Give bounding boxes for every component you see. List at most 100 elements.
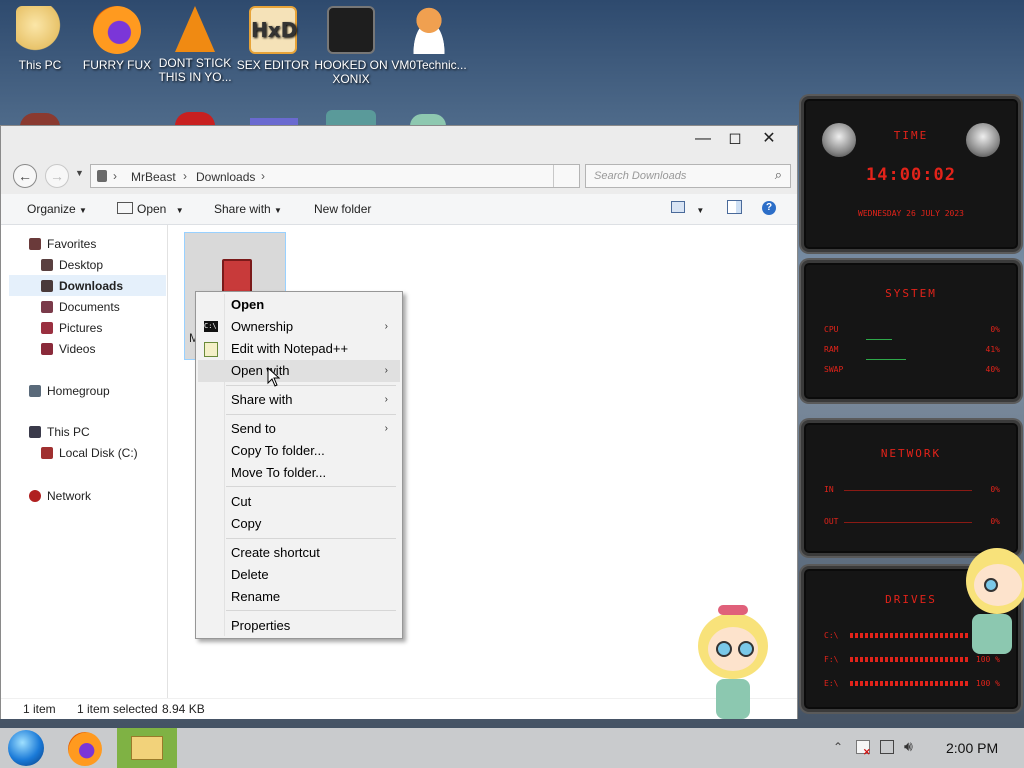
menu-item-open[interactable]: Open [198,294,400,316]
menu-item-ownership[interactable]: C:\ Ownership › [198,316,400,338]
ram-value: 41% [985,345,1000,354]
firefox-taskbar-icon[interactable] [68,732,102,766]
file-explorer-taskbar-button[interactable] [117,728,177,768]
menu-item-share-with[interactable]: Share with › [198,389,400,411]
net-out-label: OUT [824,517,839,526]
doctor-avatar-icon [405,6,453,54]
nav-label: Favorites [47,237,97,251]
menu-item-cut[interactable]: Cut [198,491,400,513]
desktop-icon-furry-fux[interactable]: FURRY FUX [79,6,155,72]
desktop-icon-hooked-on-xonix[interactable]: HOOKED ON XONIX [313,6,389,86]
search-icon[interactable]: ⌕ [775,167,782,183]
nav-videos[interactable]: Videos [41,339,95,359]
new-folder-button[interactable]: New folder [314,202,371,216]
nav-desktop[interactable]: Desktop [41,255,103,275]
desktop-icon-partial[interactable] [326,110,376,126]
maximize-button[interactable]: ◻ [719,128,751,152]
swap-label: SWAP [824,365,844,374]
menu-item-send-to[interactable]: Send to › [198,418,400,440]
show-hidden-icons-icon[interactable]: ⌃ [833,740,843,754]
menu-item-label: Delete [231,567,269,582]
drive-c-bar [850,633,970,638]
action-center-flag-icon[interactable]: ✕ [856,740,871,757]
desktop-icon-label: HOOKED ON XONIX [314,58,388,86]
nav-label: Videos [59,342,96,356]
volume-icon[interactable]: 🔊︎ [904,738,913,755]
desktop-icon-label: DONT STICK THIS IN YO... [158,56,232,84]
start-button[interactable] [8,730,44,766]
desktop-icon-this-pc[interactable]: This PC [2,6,78,72]
nav-local-disk[interactable]: Local Disk (C:) [41,443,138,463]
nav-homegroup[interactable]: Homegroup [29,381,110,401]
breadcrumb-mrbeast[interactable]: MrBeast [131,170,176,184]
desktop-icon-sex-editor[interactable]: HxD SEX EDITOR [235,6,311,72]
change-view-button[interactable]: ▼ [671,201,704,216]
close-button[interactable]: ✕ [753,128,785,152]
title-bar[interactable]: — ◻ ✕ [1,126,797,158]
nav-label: This PC [47,425,90,439]
help-button[interactable]: ? [762,199,776,215]
desktop-icon-label: This PC [18,58,62,72]
menu-item-label: Properties [231,618,291,633]
minimize-button[interactable]: — [687,128,719,152]
menu-item-copy-to-folder[interactable]: Copy To folder... [198,440,400,462]
forward-arrow-icon: → [50,168,64,184]
nav-network[interactable]: Network [29,486,91,506]
address-bar[interactable]: › MrBeast › Downloads › [90,164,580,188]
menu-item-delete[interactable]: Delete [198,564,400,586]
date-display: WEDNESDAY 26 JULY 2023 [858,209,964,218]
share-with-button[interactable]: Share with ▼ [214,202,282,216]
taskbar-clock[interactable]: 2:00 PM [946,740,998,756]
menu-item-open-with[interactable]: Open with › [198,360,400,382]
documents-icon [41,301,53,313]
menu-item-rename[interactable]: Rename [198,586,400,608]
folder-icon [97,170,107,182]
submenu-arrow-icon: › [384,321,388,332]
navigation-pane: Favorites Desktop Downloads Documents Pi… [1,225,168,698]
desktop-icon-partial[interactable] [175,112,215,126]
nav-pictures[interactable]: Pictures [41,318,102,338]
desktop-icon-vm0technic[interactable]: VM0Technic... [391,6,467,72]
ram-meter [866,339,892,340]
desktop-icon-dont-stick[interactable]: DONT STICK THIS IN YO... [157,6,233,84]
recent-locations-button[interactable]: ▼ [75,168,84,178]
breadcrumb-downloads[interactable]: Downloads [196,170,255,184]
network-icon[interactable] [880,740,894,754]
submenu-arrow-icon: › [384,394,388,405]
item-count: 1 item [23,702,56,716]
menu-item-move-to-folder[interactable]: Move To folder... [198,462,400,484]
selection-count: 1 item selected [77,702,158,716]
nav-label: Pictures [59,321,103,335]
menu-separator [226,610,396,611]
videos-icon [41,343,53,355]
menu-item-copy[interactable]: Copy [198,513,400,535]
search-box[interactable]: Search Downloads ⌕ [585,164,791,188]
time-panel: TIME 14:00:02 WEDNESDAY 26 JULY 2023 [801,96,1021,252]
nav-favorites[interactable]: Favorites [29,234,96,254]
help-icon: ? [762,201,776,215]
divider [553,165,554,187]
nav-documents[interactable]: Documents [41,297,120,317]
cmd-icon: C:\ [204,321,218,332]
notepad-plus-plus-icon [204,342,218,357]
pictures-icon [41,322,53,334]
drive-e-value: 100 % [975,679,1000,688]
menu-item-label: Rename [231,589,281,604]
firefox-icon [93,6,141,54]
nav-downloads[interactable]: Downloads [41,276,123,296]
menu-item-properties[interactable]: Properties [198,615,400,637]
back-button[interactable]: ← [13,164,37,188]
organize-button[interactable]: Organize ▼ [27,202,87,216]
menu-item-label: Edit with Notepad++ [231,341,349,356]
nav-this-pc[interactable]: This PC [29,422,90,442]
open-button[interactable]: Open ▼ [117,202,184,216]
cartoon-character-sticker [962,540,1024,660]
menu-item-create-shortcut[interactable]: Create shortcut [198,542,400,564]
preview-pane-button[interactable] [727,200,742,217]
forward-button[interactable]: → [45,164,69,188]
preview-pane-icon [727,200,742,214]
menu-item-edit-with-notepad[interactable]: Edit with Notepad++ [198,338,400,360]
swap-value: 40% [985,365,1000,374]
new-folder-label: New folder [314,202,372,216]
desktop-icon-label: FURRY FUX [82,58,152,72]
